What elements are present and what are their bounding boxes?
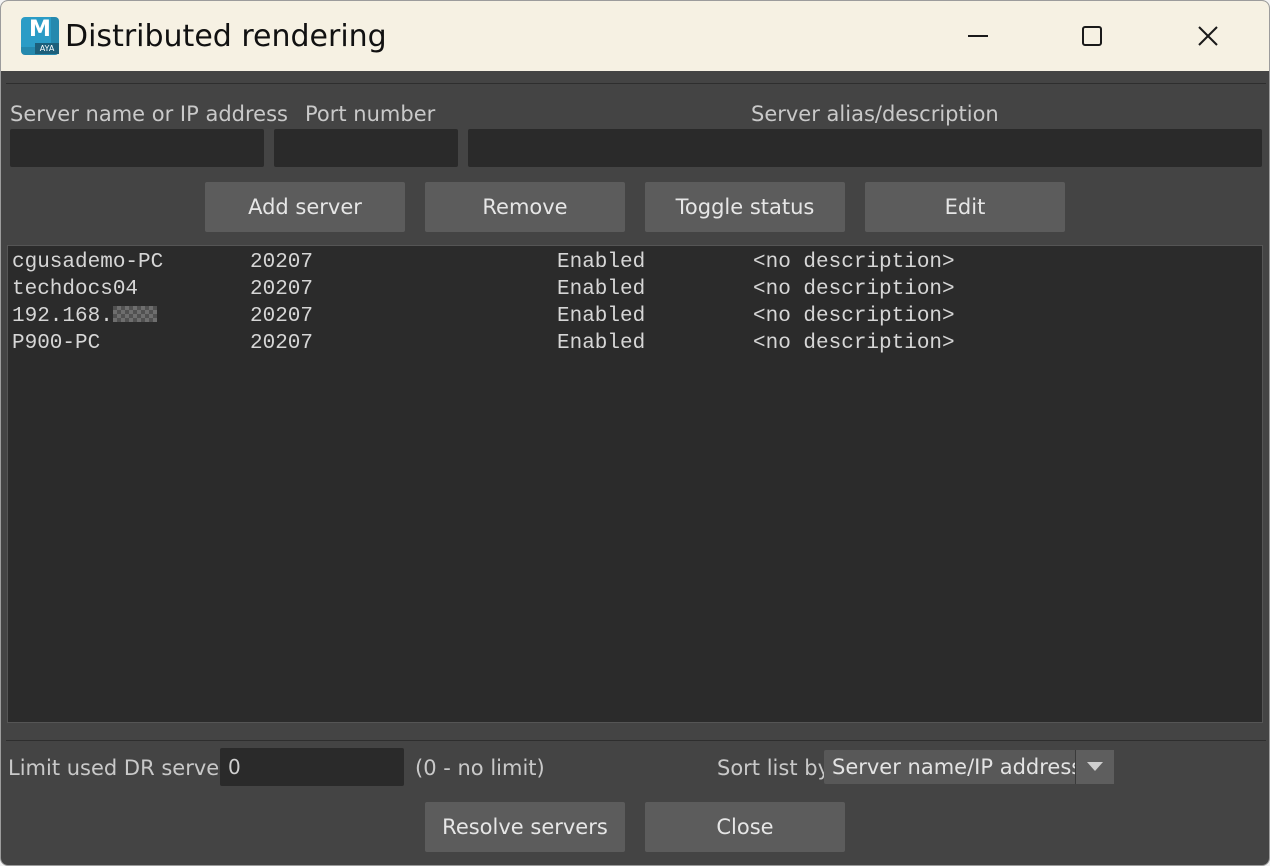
server-status: Enabled bbox=[557, 305, 646, 328]
minimize-icon bbox=[968, 35, 988, 37]
close-button[interactable]: Close bbox=[645, 802, 845, 852]
dropdown-arrow[interactable] bbox=[1075, 750, 1114, 784]
sort-list-label: Sort list by bbox=[717, 756, 830, 780]
server-port: 20207 bbox=[250, 251, 314, 274]
close-window-button[interactable] bbox=[1179, 13, 1237, 59]
server-name-label: Server name or IP address bbox=[10, 102, 288, 126]
edit-button[interactable]: Edit bbox=[865, 182, 1065, 232]
divider bbox=[6, 740, 1266, 741]
server-status: Enabled bbox=[557, 332, 646, 355]
limit-dr-servers-input[interactable] bbox=[220, 748, 404, 786]
toggle-status-button[interactable]: Toggle status bbox=[645, 182, 845, 232]
close-icon bbox=[1198, 26, 1218, 46]
server-description: <no description> bbox=[753, 305, 955, 328]
maximize-icon bbox=[1082, 26, 1102, 46]
maya-app-icon: M AYA bbox=[21, 17, 59, 55]
server-name-input[interactable] bbox=[10, 129, 264, 167]
server-name: 192.168. bbox=[12, 305, 113, 328]
title-bar: M AYA Distributed rendering bbox=[1, 1, 1269, 71]
redaction-mask bbox=[112, 306, 157, 322]
server-row[interactable]: P900-PC 20207 Enabled <no description> bbox=[8, 330, 1262, 357]
server-list[interactable]: cgusademo-PC 20207 Enabled <no descripti… bbox=[7, 245, 1263, 723]
server-description: <no description> bbox=[753, 251, 955, 274]
add-server-button[interactable]: Add server bbox=[205, 182, 405, 232]
server-description: <no description> bbox=[753, 332, 955, 355]
minimize-button[interactable] bbox=[949, 13, 1007, 59]
server-row[interactable]: techdocs04 20207 Enabled <no description… bbox=[8, 276, 1262, 303]
server-status: Enabled bbox=[557, 278, 646, 301]
server-row[interactable]: 192.168. 20207 Enabled <no description> bbox=[8, 303, 1262, 330]
limit-dr-servers-label: Limit used DR servers bbox=[8, 756, 239, 780]
server-status: Enabled bbox=[557, 251, 646, 274]
app-icon-letter: M bbox=[29, 17, 51, 42]
resolve-servers-button[interactable]: Resolve servers bbox=[425, 802, 625, 852]
port-number-label: Port number bbox=[305, 102, 436, 126]
chevron-down-icon bbox=[1087, 762, 1103, 771]
server-alias-label: Server alias/description bbox=[751, 102, 999, 126]
remove-button[interactable]: Remove bbox=[425, 182, 625, 232]
server-name: cgusademo-PC bbox=[12, 251, 164, 274]
server-name: P900-PC bbox=[12, 332, 101, 355]
server-port: 20207 bbox=[250, 305, 314, 328]
server-description: <no description> bbox=[753, 278, 955, 301]
window-title: Distributed rendering bbox=[65, 19, 387, 54]
server-port: 20207 bbox=[250, 278, 314, 301]
server-alias-input[interactable] bbox=[468, 129, 1262, 167]
server-name: techdocs04 bbox=[12, 278, 139, 301]
server-name-redacted: 192.168. bbox=[12, 303, 157, 330]
app-icon-subtext: AYA bbox=[35, 43, 59, 54]
server-port: 20207 bbox=[250, 332, 314, 355]
server-row[interactable]: cgusademo-PC 20207 Enabled <no descripti… bbox=[8, 249, 1262, 276]
distributed-rendering-dialog: M AYA Distributed rendering Server name … bbox=[0, 0, 1270, 866]
port-number-input[interactable] bbox=[274, 129, 458, 167]
sort-list-dropdown[interactable]: Server name/IP address bbox=[824, 750, 1114, 784]
sort-list-value: Server name/IP address bbox=[832, 755, 1083, 779]
divider bbox=[6, 83, 1266, 84]
maximize-button[interactable] bbox=[1063, 13, 1121, 59]
limit-hint: (0 - no limit) bbox=[415, 756, 545, 780]
